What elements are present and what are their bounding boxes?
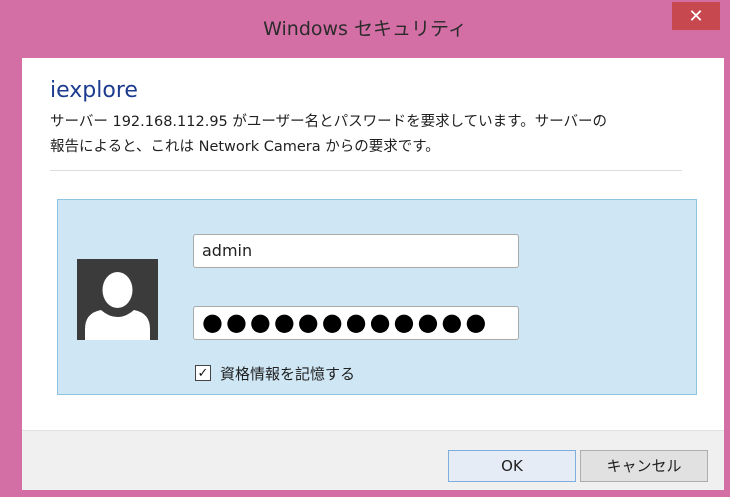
check-icon: ✓ (197, 365, 209, 381)
ok-button[interactable]: OK (448, 450, 576, 482)
title-bar[interactable]: Windows セキュリティ ✕ (0, 0, 730, 50)
user-icon (77, 259, 158, 340)
password-field[interactable]: ●●●●●●●●●●●● (193, 306, 519, 340)
button-bar: OK キャンセル (22, 430, 724, 490)
divider (50, 170, 682, 171)
cancel-button[interactable]: キャンセル (580, 450, 708, 482)
auth-message: サーバー 192.168.112.95 がユーザー名とパスワードを要求しています… (50, 110, 730, 160)
dialog-body: iexplore サーバー 192.168.112.95 がユーザー名とパスワー… (22, 58, 724, 490)
close-icon: ✕ (688, 5, 704, 27)
security-dialog-window: Windows セキュリティ ✕ iexplore サーバー 192.168.1… (0, 0, 730, 497)
auth-message-line-1: サーバー 192.168.112.95 がユーザー名とパスワードを要求しています… (50, 114, 608, 130)
auth-message-line-2: 報告によると、これは Network Camera からの要求です。 (50, 139, 440, 155)
username-field[interactable]: admin (193, 234, 519, 268)
app-name: iexplore (50, 78, 138, 103)
window-title: Windows セキュリティ (263, 18, 467, 40)
credential-panel: admin ●●●●●●●●●●●● ✓ 資格情報を記憶する (57, 199, 697, 395)
close-button[interactable]: ✕ (672, 2, 720, 30)
remember-checkbox[interactable]: ✓ (195, 365, 211, 381)
remember-label: 資格情報を記憶する (220, 364, 356, 383)
remember-credentials[interactable]: ✓ 資格情報を記憶する (195, 361, 355, 385)
